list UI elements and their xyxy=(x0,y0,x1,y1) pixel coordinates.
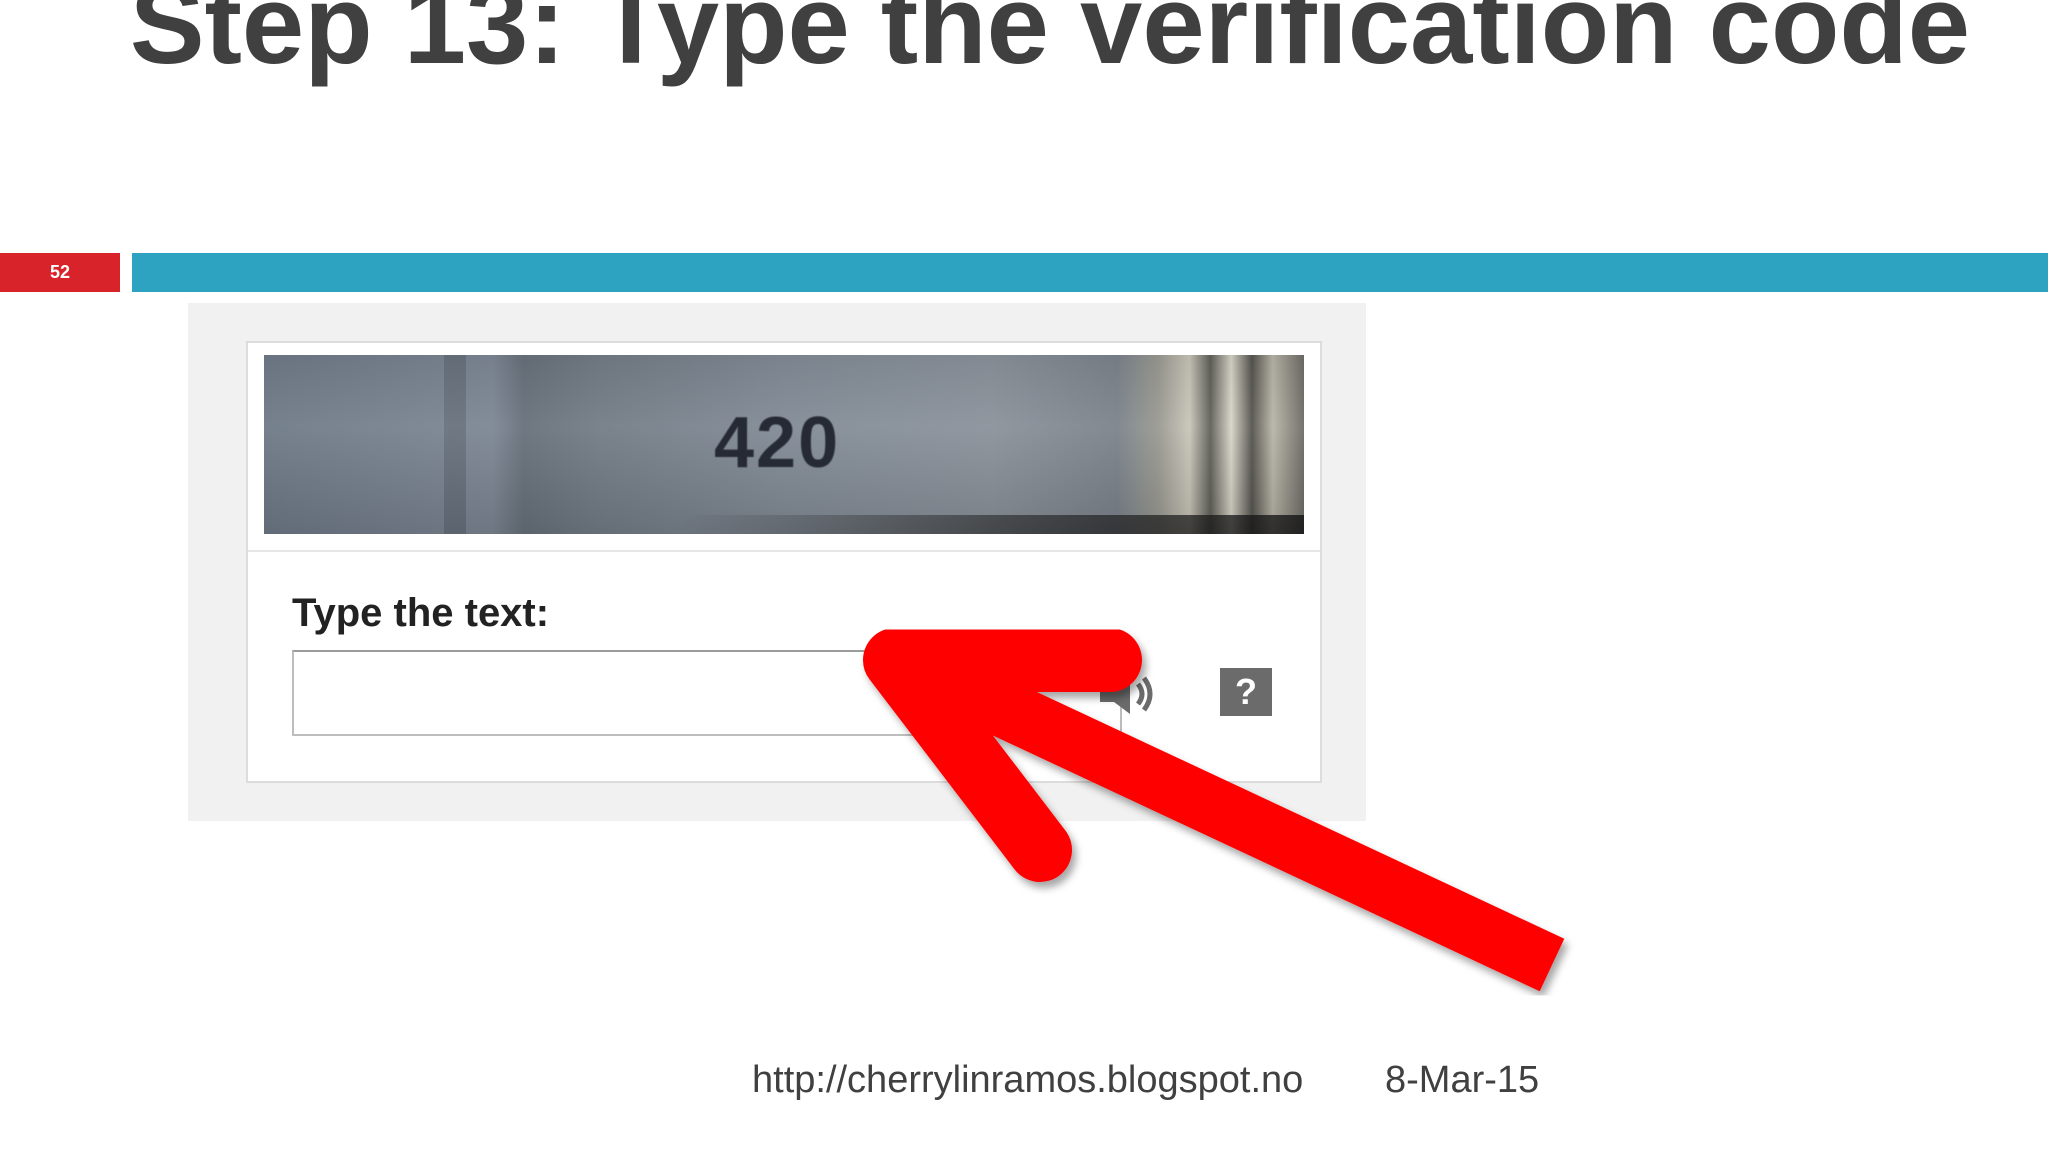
question-mark-icon: ? xyxy=(1235,671,1257,712)
captcha-help-button[interactable]: ? xyxy=(1220,668,1272,716)
captcha-divider xyxy=(248,550,1320,552)
speaker-icon xyxy=(1100,674,1153,714)
title-accent-bar xyxy=(132,253,2048,292)
captcha-image: 420 xyxy=(264,355,1304,534)
captcha-text-input[interactable] xyxy=(292,650,1122,736)
audio-captcha-button[interactable] xyxy=(1080,662,1170,726)
footer-url: http://cherrylinramos.blogspot.no xyxy=(752,1059,1304,1101)
captcha-prompt-label: Type the text: xyxy=(292,591,550,635)
slide-title: Step 13: Type the verification code xyxy=(129,0,1971,87)
captcha-code-text: 420 xyxy=(714,403,841,483)
slide-number: 52 xyxy=(0,253,120,292)
footer-date: 8-Mar-15 xyxy=(1385,1059,1540,1101)
